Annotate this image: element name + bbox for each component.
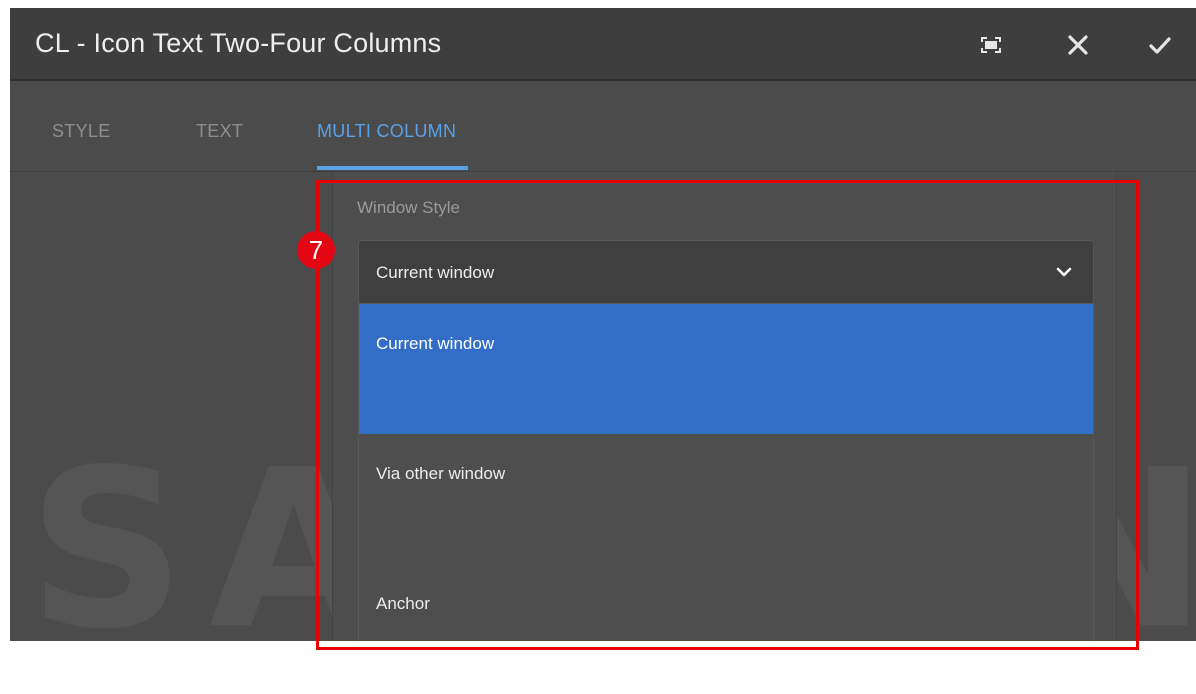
tab-multi-column[interactable]: MULTI COLUMN xyxy=(317,121,456,142)
tab-text[interactable]: TEXT xyxy=(196,121,243,142)
tab-bar: STYLE TEXT MULTI COLUMN xyxy=(10,81,1196,172)
annotation-highlight-box xyxy=(316,180,1139,650)
active-tab-indicator xyxy=(317,166,468,170)
tab-style[interactable]: STYLE xyxy=(52,121,111,142)
fullscreen-icon[interactable] xyxy=(976,30,1006,60)
dialog-title: CL - Icon Text Two-Four Columns xyxy=(35,28,442,58)
annotation-step-badge: 7 xyxy=(297,231,335,269)
dialog-titlebar: CL - Icon Text Two-Four Columns xyxy=(10,8,1196,81)
close-icon[interactable] xyxy=(1063,30,1093,60)
checkmark-icon[interactable] xyxy=(1145,30,1175,60)
